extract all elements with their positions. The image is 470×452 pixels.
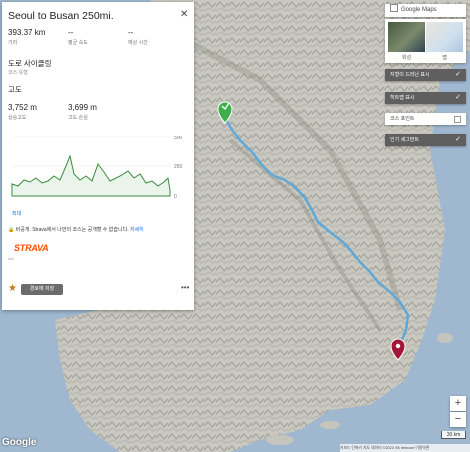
distance-label: 거리 bbox=[8, 40, 18, 46]
map-type-switcher: 위성 맵 bbox=[385, 19, 466, 63]
google-maps-toggle[interactable]: Google Maps bbox=[385, 4, 466, 17]
elevation-area bbox=[11, 154, 171, 197]
checkbox-icon bbox=[390, 4, 398, 12]
elevation-heading: 고도 bbox=[8, 85, 22, 94]
elev-loss-label: 고도 손실 bbox=[68, 115, 88, 121]
distance-value: 393.37 km bbox=[8, 28, 46, 37]
check-icon: ✓ bbox=[455, 71, 461, 78]
map-attribution[interactable]: 키보드 단축키 지도 데이터 ©2023 SK telecom 이용약관 bbox=[340, 444, 470, 452]
elevation-profile-chart[interactable]: 500 250 0 bbox=[8, 136, 192, 212]
check-icon: ✓ bbox=[455, 94, 461, 101]
activity-sub: 코스 유형 bbox=[8, 70, 28, 76]
layer-course-points-label: 코스 포인트 bbox=[390, 116, 415, 122]
avg-speed-label: 평균 속도 bbox=[68, 40, 88, 46]
satellite-label: 위성 bbox=[401, 55, 412, 61]
axis-label-500: 500 bbox=[174, 136, 183, 141]
satellite-thumbnail[interactable] bbox=[388, 22, 425, 52]
zoom-out-button[interactable]: − bbox=[450, 412, 466, 427]
save-route-button[interactable]: 경로에 저장 bbox=[21, 284, 63, 295]
axis-label-250: 250 bbox=[174, 164, 183, 170]
privacy-learn-more-link[interactable]: 자세히 bbox=[130, 227, 144, 233]
axis-label-0: 0 bbox=[174, 194, 177, 200]
map-scale: 30 km bbox=[441, 431, 466, 439]
avg-speed-value: -- bbox=[68, 28, 74, 37]
elev-gain-value: 3,752 m bbox=[8, 103, 37, 112]
route-details-panel: Seoul to Busan 250mi. ✕ 393.37 km 거리 -- … bbox=[2, 2, 194, 310]
lock-icon: 🔒 bbox=[8, 227, 15, 233]
privacy-text: 비공개. Strava에서 나만의 코스는 공개할 수 없습니다. bbox=[15, 227, 129, 233]
layer-course-points[interactable]: 코스 포인트 bbox=[385, 113, 466, 125]
activity-type: 도로 사이클링 bbox=[8, 59, 52, 68]
layer-segments[interactable]: 인기 세그먼트 ✓ bbox=[385, 134, 466, 146]
layer-segments-label: 인기 세그먼트 bbox=[390, 137, 419, 143]
map-thumbnail[interactable] bbox=[426, 22, 463, 52]
layer-heatmap[interactable]: 히트맵 표시 ✓ bbox=[385, 92, 466, 104]
strava-logo: STRAVA bbox=[14, 243, 49, 253]
layer-heatmap-label: 히트맵 표시 bbox=[390, 95, 415, 101]
route-title: Seoul to Busan 250mi. bbox=[8, 10, 114, 22]
elevation-max-link[interactable]: 최대 bbox=[12, 210, 21, 217]
elev-gain-label: 상승고도 bbox=[8, 115, 27, 121]
zoom-in-button[interactable]: + bbox=[450, 396, 466, 411]
google-logo: Google bbox=[2, 437, 37, 448]
layer-terrain[interactable]: 지형이 드러난 표시 ✓ bbox=[385, 69, 466, 81]
more-options-icon[interactable]: ••• bbox=[181, 283, 189, 292]
layer-terrain-label: 지형이 드러난 표시 bbox=[390, 72, 430, 78]
google-maps-label: Google Maps bbox=[401, 7, 437, 13]
unchecked-box-icon bbox=[454, 116, 461, 123]
map-label: 맵 bbox=[442, 55, 447, 61]
star-icon[interactable]: ★ bbox=[8, 283, 17, 294]
elev-loss-value: 3,699 m bbox=[68, 103, 97, 112]
est-time-label: 예상 시간 bbox=[128, 40, 148, 46]
close-icon[interactable]: ✕ bbox=[180, 9, 188, 20]
privacy-note: 🔒 비공개. Strava에서 나만의 코스는 공개할 수 없습니다. 자세히 bbox=[8, 226, 190, 233]
est-time-value: -- bbox=[128, 28, 134, 37]
collapse-toggle[interactable]: ^^ bbox=[8, 258, 14, 264]
check-icon: ✓ bbox=[455, 136, 461, 143]
